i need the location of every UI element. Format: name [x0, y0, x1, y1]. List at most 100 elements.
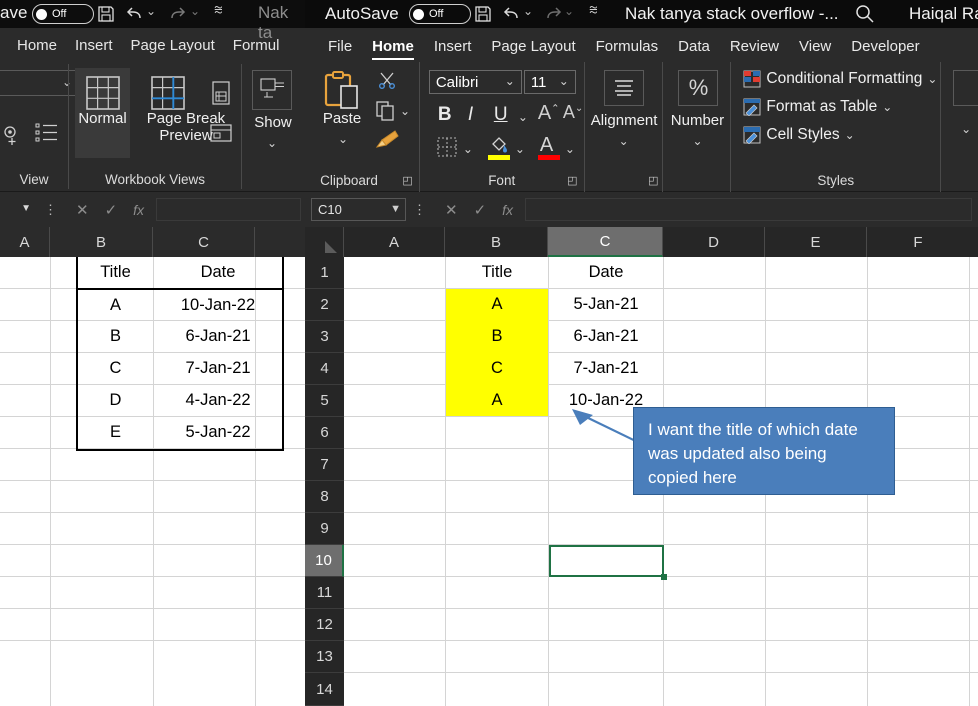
- autosave-toggle[interactable]: Off: [409, 4, 471, 24]
- alignment-button[interactable]: [603, 70, 644, 106]
- foreground-ribbon-tabs[interactable]: File Home Insert Page Layout Formulas Da…: [305, 28, 978, 62]
- font-color-chevron-icon[interactable]: ⌄: [565, 142, 575, 156]
- formula-input[interactable]: [525, 198, 972, 221]
- copy-icon[interactable]: [375, 100, 397, 122]
- tab-insert[interactable]: Insert: [424, 36, 482, 62]
- bg-show-chevron-icon[interactable]: ⌄: [267, 136, 277, 150]
- bg-formula-more-icon[interactable]: ⋮: [37, 202, 64, 218]
- bg-tab-page-layout[interactable]: Page Layout: [122, 37, 224, 54]
- row-header-14[interactable]: 14: [305, 673, 344, 706]
- cells-button-clipped[interactable]: [953, 70, 978, 106]
- row-header-2[interactable]: 2: [305, 289, 344, 321]
- tab-home[interactable]: Home: [362, 36, 424, 62]
- bg-col-header-d[interactable]: [255, 227, 305, 257]
- col-header-a[interactable]: A: [344, 227, 445, 257]
- row-header-5[interactable]: 5: [305, 385, 344, 417]
- borders-icon[interactable]: [436, 136, 458, 158]
- redo-dropdown-icon[interactable]: ⌄: [190, 4, 200, 18]
- tab-developer[interactable]: Developer: [841, 36, 929, 62]
- bg-name-box[interactable]: ▼: [2, 198, 37, 221]
- paste-icon[interactable]: [321, 70, 365, 114]
- fill-color-chevron-icon[interactable]: ⌄: [515, 142, 525, 156]
- foreground-sheet-area[interactable]: 1 2 3 4 5 6 7 8 9 10 11 12 13 14 Title D…: [305, 257, 978, 706]
- bg-col-header-b[interactable]: B: [50, 227, 153, 257]
- bg-show-button[interactable]: [252, 70, 292, 110]
- background-autosave-toggle[interactable]: Off: [32, 4, 94, 24]
- copy-chevron-icon[interactable]: ⌄: [400, 104, 410, 118]
- format-painter-icon[interactable]: [375, 128, 401, 150]
- font-color-swatch[interactable]: [537, 155, 560, 160]
- conditional-formatting-button[interactable]: Conditional Formatting ⌄: [743, 70, 937, 88]
- background-excel-window[interactable]: ave Off ⌄ ⌄ ⩬ Nak ta Home Insert Page La…: [0, 0, 305, 706]
- cell-c3[interactable]: 6-Jan-21: [549, 321, 663, 352]
- font-color-icon[interactable]: A: [540, 134, 553, 157]
- cell-c1[interactable]: Date: [549, 257, 663, 288]
- name-box-chevron-icon[interactable]: ▼: [390, 203, 401, 215]
- bg-confirm-icon[interactable]: ✓: [105, 201, 118, 219]
- account-name[interactable]: Haiqal Rah: [909, 4, 978, 24]
- col-header-e[interactable]: E: [765, 227, 867, 257]
- foreground-excel-window[interactable]: AutoSave Off ⌄ ⌄ ⩬ Nak tanya stack overf: [305, 0, 978, 706]
- formula-more-icon[interactable]: ⋮: [406, 202, 433, 218]
- page-layout-view-icon[interactable]: [208, 80, 234, 106]
- tab-review[interactable]: Review: [720, 36, 789, 62]
- col-header-f[interactable]: F: [867, 227, 969, 257]
- alignment-dialog-launcher-icon[interactable]: ◰: [648, 174, 658, 187]
- cell-styles-button[interactable]: Cell Styles ⌄: [743, 126, 855, 144]
- paste-chevron-icon[interactable]: ⌄: [338, 132, 348, 146]
- underline-button[interactable]: U: [494, 104, 508, 126]
- custom-views-button-icon[interactable]: [208, 120, 234, 146]
- shrink-font-button[interactable]: A⌄: [563, 102, 583, 123]
- row-header-12[interactable]: 12: [305, 609, 344, 641]
- customize-quick-access-icon[interactable]: ⩬: [589, 1, 598, 18]
- font-name-input[interactable]: Calibri ⌄: [428, 70, 522, 94]
- row-header-13[interactable]: 13: [305, 641, 344, 673]
- scissors-icon[interactable]: [377, 70, 397, 90]
- bold-button[interactable]: B: [438, 104, 452, 126]
- row-header-1[interactable]: 1: [305, 257, 344, 289]
- cell-b3[interactable]: B: [446, 321, 548, 352]
- customize-quick-access-icon[interactable]: ⩬: [214, 1, 223, 18]
- bg-cancel-icon[interactable]: ✕: [76, 201, 89, 219]
- name-box[interactable]: C10 ▼: [311, 198, 406, 221]
- foreground-column-headers[interactable]: A B C D E F: [305, 227, 978, 257]
- cell-b4[interactable]: C: [446, 353, 548, 384]
- row-header-9[interactable]: 9: [305, 513, 344, 545]
- undo-icon[interactable]: [501, 4, 523, 24]
- col-header-b[interactable]: B: [445, 227, 548, 257]
- selected-cell-c10[interactable]: [549, 545, 664, 577]
- select-all-button[interactable]: [305, 227, 344, 257]
- bg-cell-date-r2[interactable]: 6-Jan-21: [154, 321, 282, 352]
- tab-data[interactable]: Data: [668, 36, 720, 62]
- tab-formulas[interactable]: Formulas: [586, 36, 669, 62]
- background-formula-bar[interactable]: ▼ ⋮ ✕ ✓ fx: [0, 192, 305, 227]
- bg-cell-date-r1[interactable]: 10-Jan-22: [154, 290, 282, 320]
- bg-col-header-c[interactable]: C: [153, 227, 255, 257]
- background-sheet-grid[interactable]: Title Date A 10-Jan-22 B 6-Jan-21 C 7-Ja…: [0, 257, 305, 706]
- foreground-ribbon[interactable]: Paste ⌄ ⌄ Clipboard ◰ Calibri ⌄ 11 ⌄ B I…: [305, 62, 978, 192]
- bg-tab-home[interactable]: Home: [8, 37, 66, 54]
- bg-cell-title-r5[interactable]: E: [78, 417, 153, 448]
- cell-c2[interactable]: 5-Jan-21: [549, 289, 663, 320]
- undo-dropdown-icon[interactable]: ⌄: [146, 4, 156, 18]
- row-header-8[interactable]: 8: [305, 481, 344, 513]
- fill-color-icon[interactable]: [488, 134, 510, 156]
- fill-color-swatch[interactable]: [487, 155, 510, 160]
- bg-cell-title-r2[interactable]: B: [78, 321, 153, 352]
- page-layout-icon[interactable]: [34, 120, 60, 146]
- bg-tab-insert[interactable]: Insert: [66, 37, 122, 54]
- insert-function-icon[interactable]: fx: [502, 202, 513, 218]
- col-header-d[interactable]: D: [663, 227, 765, 257]
- page-break-preview-icon[interactable]: [148, 73, 188, 113]
- custom-views-icon[interactable]: [0, 120, 30, 146]
- underline-chevron-icon[interactable]: ⌄: [518, 110, 528, 124]
- bg-cell-date-r5[interactable]: 5-Jan-22: [154, 417, 282, 448]
- bg-cell-title-header[interactable]: Title: [78, 257, 153, 288]
- bg-cell-date-r4[interactable]: 4-Jan-22: [154, 385, 282, 416]
- tab-view[interactable]: View: [789, 36, 841, 62]
- font-size-input[interactable]: 11 ⌄: [523, 70, 576, 94]
- fill-handle[interactable]: [661, 574, 667, 580]
- bg-cell-date-r3[interactable]: 7-Jan-21: [154, 353, 282, 384]
- cell-b5[interactable]: A: [446, 385, 548, 416]
- redo-icon[interactable]: [166, 4, 188, 24]
